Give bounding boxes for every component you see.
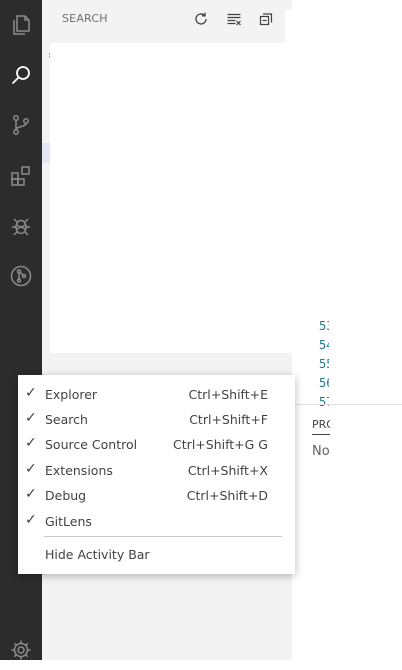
menu-item-label: Explorer (45, 387, 98, 402)
collapse-all-icon[interactable] (257, 10, 275, 28)
check-icon: ✓ (25, 385, 37, 401)
clear-results-icon[interactable] (225, 10, 243, 28)
line-number: 57 (319, 395, 329, 409)
menu-item-label: Debug (45, 488, 87, 503)
menu-item-shortcut: Ctrl+Shift+X (187, 463, 268, 478)
line-number: 56 (319, 376, 329, 390)
line-number: 53 (319, 319, 329, 333)
explorer-icon[interactable] (0, 5, 42, 45)
extensions-icon[interactable] (0, 156, 42, 196)
menu-item-search[interactable]: ✓ Search Ctrl+Shift+F (18, 408, 295, 432)
menu-item-debug[interactable]: ✓ Debug Ctrl+Shift+D (18, 484, 295, 508)
menu-item-shortcut: Ctrl+Shift+D (186, 488, 268, 503)
menu-item-shortcut: Ctrl+Shift+F (189, 412, 268, 427)
check-icon: ✓ (25, 435, 37, 451)
check-icon: ✓ (25, 461, 37, 477)
menu-item-extensions[interactable]: ✓ Extensions Ctrl+Shift+X (18, 459, 295, 483)
selected-row-highlight (42, 143, 50, 163)
search-icon[interactable] (0, 55, 42, 95)
panel-divider (292, 404, 402, 405)
check-icon: ✓ (25, 410, 37, 426)
gitlens-icon[interactable] (0, 256, 42, 296)
tab-problems[interactable]: PROBLEMS (312, 418, 330, 435)
refresh-icon[interactable] (192, 10, 210, 28)
search-content-area (50, 43, 292, 353)
sidebar-title: SEARCH (62, 12, 108, 25)
menu-item-label: Extensions (45, 463, 113, 478)
source-control-icon[interactable] (0, 105, 42, 145)
panel-message: No problems (312, 444, 330, 459)
menu-item-shortcut: Ctrl+Shift+E (188, 387, 269, 402)
check-icon: ✓ (25, 486, 37, 502)
menu-item-label: Hide Activity Bar (45, 547, 150, 562)
line-number: 55 (319, 357, 329, 371)
menu-item-label: Search (45, 412, 88, 427)
menu-item-gitlens[interactable]: ✓ GitLens (18, 510, 295, 534)
check-icon: ✓ (25, 512, 37, 528)
settings-gear-icon[interactable] (0, 630, 42, 670)
menu-item-hide-activity-bar[interactable]: Hide Activity Bar (18, 543, 295, 567)
menu-item-label: GitLens (45, 514, 92, 529)
menu-item-shortcut: Ctrl+Shift+G G (173, 437, 268, 452)
line-number: 54 (319, 338, 329, 352)
menu-item-label: Source Control (45, 437, 138, 452)
sidebar-header: SEARCH (42, 0, 292, 38)
menu-separator (44, 536, 282, 537)
editor: 53 54 55 56 57 PROBLEMS No problems (292, 0, 402, 660)
menu-item-explorer[interactable]: ✓ Explorer Ctrl+Shift+E (18, 383, 295, 407)
debug-icon[interactable] (0, 206, 42, 246)
activity-bar-context-menu: ✓ Explorer Ctrl+Shift+E ✓ Search Ctrl+Sh… (18, 375, 295, 574)
menu-item-source-control[interactable]: ✓ Source Control Ctrl+Shift+G G (18, 433, 295, 457)
